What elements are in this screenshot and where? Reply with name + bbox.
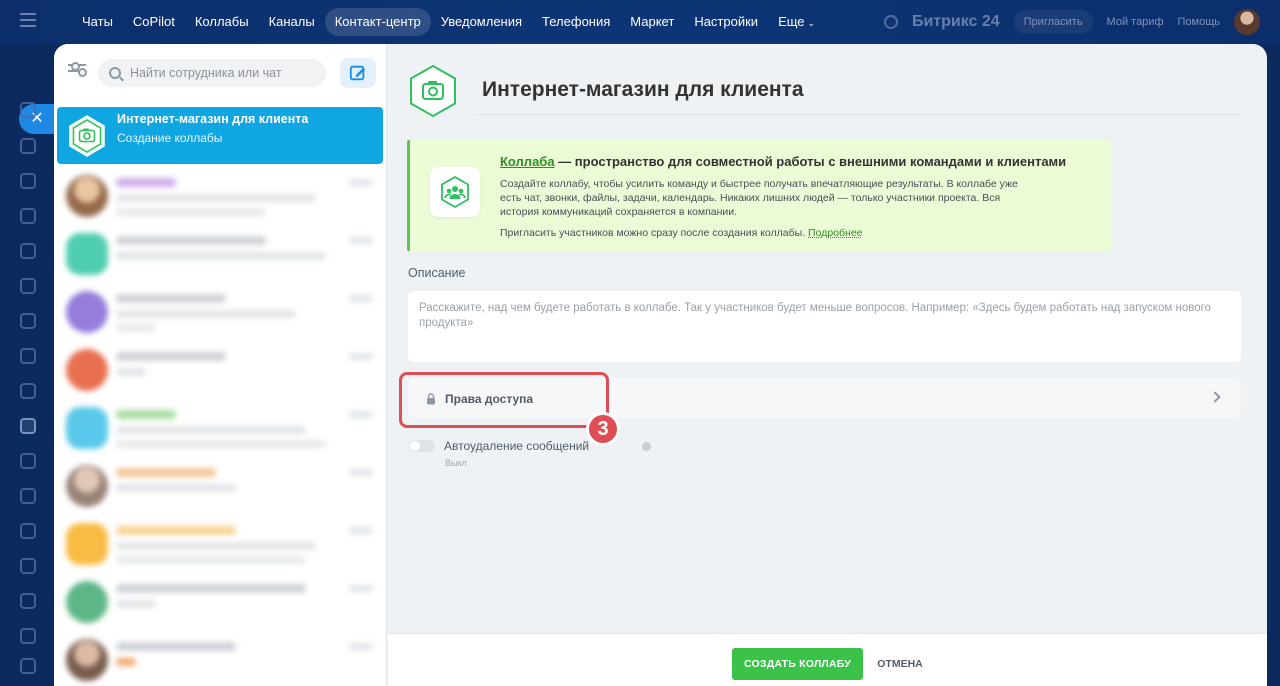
rail-icon-5[interactable] <box>20 243 36 259</box>
collab-title[interactable]: Интернет-магазин для клиента <box>482 78 804 102</box>
rail-icon-9[interactable] <box>20 383 36 399</box>
description-box[interactable] <box>407 290 1242 363</box>
nav-item-notifications[interactable]: Уведомления <box>431 8 532 36</box>
chat-search[interactable] <box>98 59 326 87</box>
avatar <box>66 349 108 391</box>
rail-icon-7[interactable] <box>20 313 36 329</box>
list-item[interactable] <box>54 168 387 226</box>
rail-icon-3[interactable] <box>20 173 36 189</box>
avatar <box>66 581 108 623</box>
banner-text: Создайте коллабу, чтобы усилить команду … <box>500 178 1018 218</box>
collab-camera-icon[interactable] <box>406 64 460 118</box>
list-item[interactable] <box>54 458 387 516</box>
nav-item-market[interactable]: Маркет <box>620 8 684 36</box>
tariff-link[interactable]: Мой тариф <box>1107 16 1164 28</box>
collab-link[interactable]: Коллаба <box>500 154 555 169</box>
help-icon[interactable] <box>642 442 651 451</box>
avatar <box>66 291 108 333</box>
chat-list-header <box>54 44 387 104</box>
new-chat-button[interactable] <box>340 58 376 88</box>
step-number-badge: 3 <box>586 412 620 446</box>
rail-icon-16[interactable] <box>20 628 36 644</box>
nav-item-collabs[interactable]: Коллабы <box>185 8 259 36</box>
top-right-area: Битрикс 24 Пригласить Мой тариф Помощь <box>883 0 1260 44</box>
form-footer: СОЗДАТЬ КОЛЛАБУ ОТМЕНА <box>388 633 1267 686</box>
messenger-panel: Интернет-магазин для клиента Создание ко… <box>54 44 1267 686</box>
chevron-down-icon: ⌄ <box>807 18 816 28</box>
avatar <box>66 233 108 275</box>
collab-group-icon <box>430 167 480 217</box>
autodelete-state: Выкл <box>445 458 467 468</box>
user-avatar[interactable] <box>1234 9 1260 35</box>
rail-icon-13[interactable] <box>20 523 36 539</box>
rail-icon-4[interactable] <box>20 208 36 224</box>
list-item[interactable] <box>54 516 387 574</box>
gear-icon[interactable] <box>20 658 36 674</box>
avatar <box>66 407 108 449</box>
rail-icon-11[interactable] <box>20 453 36 469</box>
rail-icon-12[interactable] <box>20 488 36 504</box>
step-highlight-frame <box>399 372 609 428</box>
nav-item-chats[interactable]: Чаты <box>72 8 123 36</box>
menu-icon[interactable] <box>20 13 36 27</box>
autodelete-label: Автоудаление сообщений <box>444 439 590 453</box>
list-item[interactable] <box>54 400 387 458</box>
avatar <box>66 639 108 681</box>
cancel-button[interactable]: ОТМЕНА <box>872 648 928 680</box>
banner-heading: Коллаба — пространство для совместной ра… <box>500 154 1066 169</box>
rail-icon-2[interactable] <box>20 138 36 154</box>
rail-icon-15[interactable] <box>20 593 36 609</box>
nav-item-telephony[interactable]: Телефония <box>532 8 620 36</box>
chat-item-active[interactable]: Интернет-магазин для клиента Создание ко… <box>57 107 383 164</box>
list-item[interactable] <box>54 342 387 400</box>
chat-list-blurred <box>54 168 387 686</box>
autodelete-toggle[interactable] <box>409 440 435 452</box>
description-field[interactable] <box>408 291 1241 362</box>
invite-button[interactable]: Пригласить <box>1013 10 1093 34</box>
collab-camera-icon <box>69 115 105 157</box>
left-rail: ✕ <box>0 44 55 686</box>
nav-item-more-label: Еще <box>778 14 805 29</box>
invite-text: Пригласить участников можно сразу после … <box>500 227 806 239</box>
chat-list: Интернет-магазин для клиента Создание ко… <box>54 44 387 686</box>
compose-icon <box>349 65 366 81</box>
chat-search-input[interactable] <box>130 66 320 80</box>
rail-icon-1[interactable] <box>20 102 36 118</box>
nav-item-contact-center[interactable]: Контакт-центр <box>324 8 431 36</box>
brand-logo: Битрикс 24 <box>911 13 1000 30</box>
title-divider <box>474 114 1244 115</box>
nav-item-more[interactable]: Еще ⌄ <box>768 8 825 36</box>
avatar <box>66 523 108 565</box>
top-nav: Чаты CoPilot Коллабы Каналы Контакт-цент… <box>0 0 1280 44</box>
list-item[interactable] <box>54 226 387 284</box>
nav-items: Чаты CoPilot Коллабы Каналы Контакт-цент… <box>72 0 825 44</box>
create-collab-button[interactable]: СОЗДАТЬ КОЛЛАБУ <box>732 648 863 680</box>
nav-item-settings[interactable]: Настройки <box>684 8 768 36</box>
nav-item-channels[interactable]: Каналы <box>259 8 325 36</box>
collab-form: Интернет-магазин для клиента Коллаба — п… <box>388 44 1267 686</box>
more-link[interactable]: Подробнее <box>808 227 862 239</box>
search-icon <box>109 67 121 79</box>
list-item[interactable] <box>54 632 387 686</box>
nav-item-copilot[interactable]: CoPilot <box>123 8 185 36</box>
rail-icon-14[interactable] <box>20 558 36 574</box>
chevron-right-icon <box>1209 391 1221 403</box>
banner-invite-text: Пригласить участников можно сразу после … <box>500 227 863 239</box>
list-item[interactable] <box>54 284 387 342</box>
banner-heading-text: — пространство для совместной работы с в… <box>554 154 1067 169</box>
avatar <box>66 175 108 217</box>
chat-item-subtitle: Создание коллабы <box>117 131 223 145</box>
avatar <box>66 465 108 507</box>
collab-info-banner: Коллаба — пространство для совместной ра… <box>407 140 1111 251</box>
chat-item-title: Интернет-магазин для клиента <box>117 112 309 126</box>
description-label: Описание <box>408 266 466 280</box>
list-item[interactable] <box>54 574 387 632</box>
help-link[interactable]: Помощь <box>1178 16 1221 28</box>
rail-icon-8[interactable] <box>20 348 36 364</box>
rail-icon-chat[interactable] <box>20 418 36 434</box>
filter-icon[interactable] <box>68 62 87 80</box>
rail-icon-6[interactable] <box>20 278 36 294</box>
search-icon[interactable] <box>883 15 898 29</box>
